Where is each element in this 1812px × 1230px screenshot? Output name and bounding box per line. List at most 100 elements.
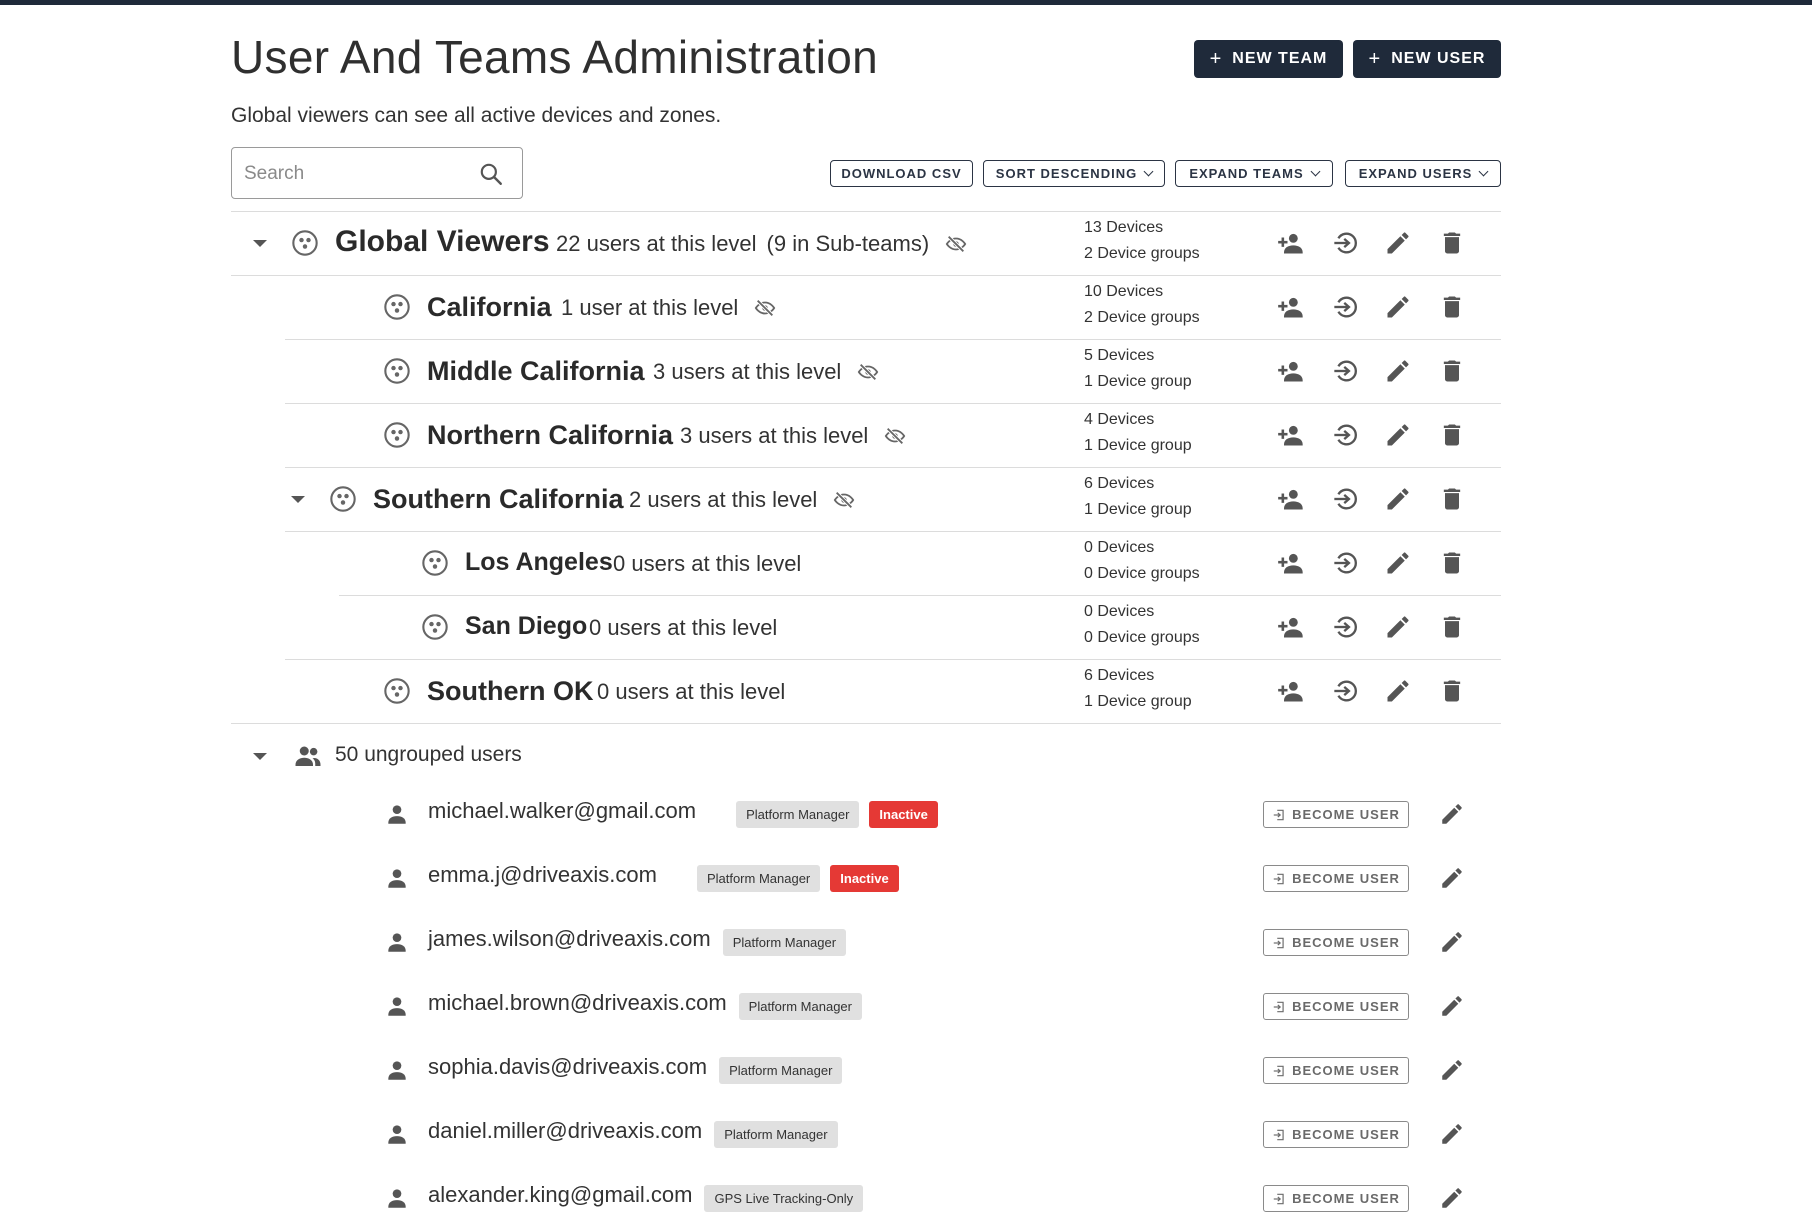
become-team-button[interactable] bbox=[1331, 292, 1361, 322]
people-icon bbox=[295, 746, 321, 766]
team-name[interactable]: California bbox=[427, 292, 552, 323]
search-box bbox=[231, 147, 523, 199]
team-name[interactable]: Middle California bbox=[427, 356, 645, 387]
team-device-group-count: 1 Device group bbox=[1084, 437, 1192, 454]
login-icon bbox=[1273, 937, 1284, 948]
become-user-button[interactable]: BECOME USER bbox=[1263, 865, 1409, 892]
team-name[interactable]: Southern California bbox=[373, 484, 624, 515]
add-user-to-team-button[interactable] bbox=[1276, 484, 1306, 514]
user-email[interactable]: daniel.miller@driveaxis.com bbox=[428, 1118, 702, 1144]
edit-team-button[interactable] bbox=[1383, 484, 1413, 514]
edit-user-icon[interactable] bbox=[1439, 929, 1465, 955]
become-team-button[interactable] bbox=[1331, 612, 1361, 642]
team-device-group-count: 0 Device groups bbox=[1084, 629, 1200, 646]
user-email[interactable]: michael.brown@driveaxis.com bbox=[428, 990, 727, 1016]
user-email[interactable]: michael.walker@gmail.com bbox=[428, 798, 696, 824]
user-email[interactable]: emma.j@driveaxis.com bbox=[428, 862, 657, 888]
edit-team-icon bbox=[1387, 680, 1409, 702]
team-name[interactable]: Global Viewers bbox=[335, 225, 550, 259]
collapse-team-caret-icon[interactable] bbox=[291, 496, 305, 503]
edit-team-button[interactable] bbox=[1383, 612, 1413, 642]
new-user-label: NEW USER bbox=[1391, 50, 1486, 67]
team-name[interactable]: Northern California bbox=[427, 420, 673, 451]
become-team-button[interactable] bbox=[1331, 484, 1361, 514]
delete-team-button[interactable] bbox=[1437, 612, 1467, 642]
expand-users-button[interactable]: EXPAND USERS bbox=[1345, 160, 1501, 187]
become-user-button[interactable]: BECOME USER bbox=[1263, 1185, 1409, 1212]
team-row: Middle California 3 users at this level 5 … bbox=[231, 339, 1501, 404]
add-user-to-team-button[interactable] bbox=[1276, 612, 1306, 642]
edit-team-icon bbox=[1387, 232, 1409, 254]
edit-team-button[interactable] bbox=[1383, 548, 1413, 578]
edit-team-button[interactable] bbox=[1383, 228, 1413, 258]
sort-descending-button[interactable]: SORT DESCENDING bbox=[983, 160, 1165, 187]
expand-teams-button[interactable]: EXPAND TEAMS bbox=[1175, 160, 1333, 187]
user-email[interactable]: alexander.king@gmail.com bbox=[428, 1182, 692, 1208]
delete-team-button[interactable] bbox=[1437, 676, 1467, 706]
person-icon bbox=[388, 1125, 406, 1144]
team-user-count: 0 users at this level bbox=[613, 551, 802, 576]
become-team-button[interactable] bbox=[1331, 356, 1361, 386]
team-name[interactable]: Southern OK bbox=[427, 676, 594, 707]
user-email[interactable]: james.wilson@driveaxis.com bbox=[428, 926, 711, 952]
search-icon[interactable] bbox=[478, 161, 504, 187]
edit-team-button[interactable] bbox=[1383, 676, 1413, 706]
search-input[interactable] bbox=[242, 160, 486, 188]
edit-user-icon[interactable] bbox=[1439, 1057, 1465, 1083]
edit-user-icon[interactable] bbox=[1439, 865, 1465, 891]
edit-team-icon bbox=[1387, 424, 1409, 446]
collapse-ungrouped-caret-icon[interactable] bbox=[253, 753, 267, 760]
delete-team-button[interactable] bbox=[1437, 548, 1467, 578]
become-team-button[interactable] bbox=[1331, 420, 1361, 450]
edit-team-button[interactable] bbox=[1383, 420, 1413, 450]
role-chip: GPS Live Tracking-Only bbox=[704, 1185, 864, 1212]
become-team-icon bbox=[1334, 680, 1357, 702]
become-team-button[interactable] bbox=[1331, 676, 1361, 706]
user-row: michael.brown@driveaxis.com Platform Mana… bbox=[231, 974, 1501, 1038]
delete-team-button[interactable] bbox=[1437, 292, 1467, 322]
team-user-count: 3 users at this level bbox=[653, 359, 842, 384]
edit-user-icon[interactable] bbox=[1439, 993, 1465, 1019]
team-device-count: 6 Devices bbox=[1084, 475, 1155, 492]
delete-team-button[interactable] bbox=[1437, 228, 1467, 258]
become-user-button[interactable]: BECOME USER bbox=[1263, 1057, 1409, 1084]
download-csv-button[interactable]: DOWNLOAD CSV bbox=[830, 160, 973, 187]
edit-user-icon[interactable] bbox=[1439, 1121, 1465, 1147]
delete-team-button[interactable] bbox=[1437, 356, 1467, 386]
become-user-button[interactable]: BECOME USER bbox=[1263, 801, 1409, 828]
new-team-button[interactable]: + NEW TEAM bbox=[1194, 40, 1343, 78]
team-device-count: 5 Devices bbox=[1084, 347, 1155, 364]
expand-users-label: EXPAND USERS bbox=[1358, 166, 1473, 181]
delete-team-button[interactable] bbox=[1437, 484, 1467, 514]
become-user-button[interactable]: BECOME USER bbox=[1263, 929, 1409, 956]
add-user-to-team-icon bbox=[1278, 681, 1303, 702]
team-icon bbox=[292, 230, 318, 256]
user-email[interactable]: sophia.davis@driveaxis.com bbox=[428, 1054, 707, 1080]
edit-user-icon[interactable] bbox=[1439, 801, 1465, 827]
add-user-to-team-button[interactable] bbox=[1276, 356, 1306, 386]
team-device-count: 0 Devices bbox=[1084, 603, 1155, 620]
chevron-down-icon bbox=[1478, 166, 1489, 177]
collapse-team-caret-icon[interactable] bbox=[253, 240, 267, 247]
add-user-to-team-button[interactable] bbox=[1276, 676, 1306, 706]
add-user-to-team-button[interactable] bbox=[1276, 420, 1306, 450]
add-user-to-team-button[interactable] bbox=[1276, 292, 1306, 322]
edit-team-button[interactable] bbox=[1383, 292, 1413, 322]
become-team-icon bbox=[1334, 360, 1357, 382]
become-team-button[interactable] bbox=[1331, 228, 1361, 258]
edit-team-button[interactable] bbox=[1383, 356, 1413, 386]
team-icon bbox=[384, 422, 410, 448]
edit-user-icon[interactable] bbox=[1439, 1185, 1465, 1211]
become-team-button[interactable] bbox=[1331, 548, 1361, 578]
add-user-to-team-button[interactable] bbox=[1276, 228, 1306, 258]
team-subteam-count: (9 in Sub-teams) bbox=[766, 231, 930, 256]
team-device-group-count: 2 Device groups bbox=[1084, 245, 1200, 262]
team-name[interactable]: San Diego bbox=[465, 612, 587, 641]
team-name[interactable]: Los Angeles bbox=[465, 548, 613, 577]
become-user-button[interactable]: BECOME USER bbox=[1263, 1121, 1409, 1148]
eye-off-icon bbox=[945, 235, 967, 253]
delete-team-button[interactable] bbox=[1437, 420, 1467, 450]
new-user-button[interactable]: + NEW USER bbox=[1353, 40, 1501, 78]
become-user-button[interactable]: BECOME USER bbox=[1263, 993, 1409, 1020]
add-user-to-team-button[interactable] bbox=[1276, 548, 1306, 578]
